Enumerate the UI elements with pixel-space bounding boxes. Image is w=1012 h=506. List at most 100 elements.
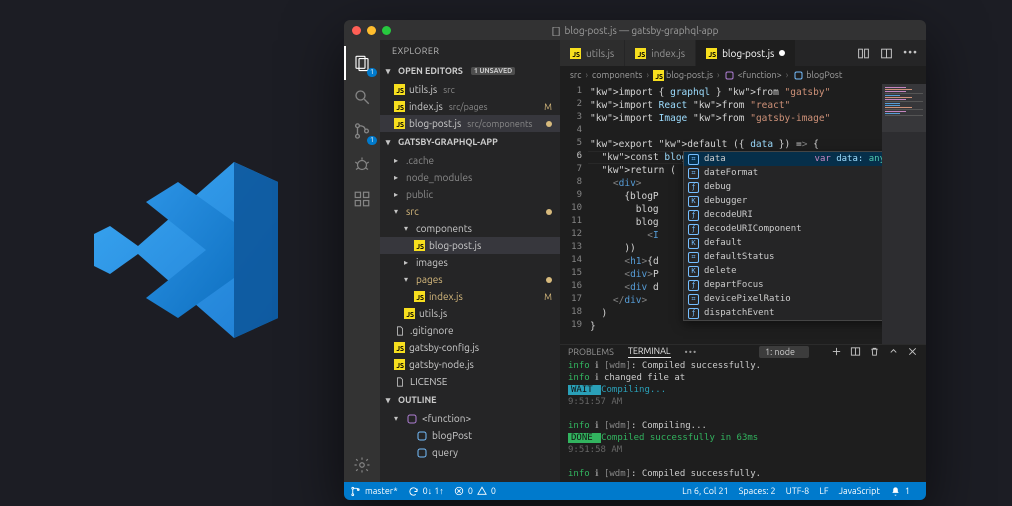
- activity-scm-icon[interactable]: 1: [344, 114, 380, 148]
- sync-icon: [408, 486, 419, 497]
- breadcrumbs[interactable]: src›components›JSblog-post.js›<function>…: [560, 66, 926, 84]
- status-sync[interactable]: 0↓ 1↑: [408, 486, 444, 497]
- file-item[interactable]: LICENSE: [380, 373, 560, 390]
- suggestion-item[interactable]: ⌗dateFormat: [684, 166, 908, 180]
- js-file-icon: JS: [394, 101, 405, 112]
- chevron-down-icon: ▾: [382, 395, 394, 406]
- status-spaces[interactable]: Spaces: 2: [739, 486, 776, 496]
- activity-search-icon[interactable]: [344, 80, 380, 114]
- open-editor-item[interactable]: JSutils.jssrc: [380, 81, 560, 98]
- folder-item[interactable]: ▸images: [380, 254, 560, 271]
- breadcrumb-item[interactable]: components: [592, 70, 642, 80]
- file-item[interactable]: JSutils.js: [380, 305, 560, 322]
- suggestion-item[interactable]: ƒdecodeURIComponent: [684, 222, 908, 236]
- intellisense-popup[interactable]: ⌗datavar data: anyi⌗dateFormatƒdebugKdeb…: [683, 151, 909, 321]
- line-gutter[interactable]: 12345678910111213141516171819: [560, 84, 588, 344]
- folder-item[interactable]: ▾components: [380, 220, 560, 237]
- file-item[interactable]: JSblog-post.js: [380, 237, 560, 254]
- outline-item[interactable]: blogPost: [380, 427, 560, 444]
- breadcrumb-item[interactable]: src: [570, 70, 582, 80]
- symbol-fn-icon: ƒ: [688, 308, 699, 319]
- file-item[interactable]: JSindex.jsM: [380, 288, 560, 305]
- file-item[interactable]: JSgatsby-config.js: [380, 339, 560, 356]
- maximize-panel-icon[interactable]: [888, 346, 899, 357]
- sidebar-header: EXPLORER: [380, 40, 560, 62]
- file-item[interactable]: .gitignore: [380, 322, 560, 339]
- titlebar[interactable]: blog-post.js — gatsby-graphql-app: [344, 20, 926, 40]
- folder-item[interactable]: ▸node_modules: [380, 169, 560, 186]
- open-editor-item[interactable]: JSindex.jssrc/pagesM: [380, 98, 560, 115]
- chevron-right-icon: ›: [646, 70, 649, 80]
- minimap[interactable]: [882, 84, 926, 344]
- error-icon: [454, 486, 464, 496]
- js-file-icon: JS: [706, 48, 717, 59]
- activity-extensions-icon[interactable]: [344, 182, 380, 216]
- unsaved-tag: 1 UNSAVED: [471, 67, 515, 75]
- activity-debug-icon[interactable]: [344, 148, 380, 182]
- terminal-select[interactable]: 1: node: [759, 346, 809, 358]
- outline-section[interactable]: ▾ OUTLINE: [380, 391, 560, 409]
- breadcrumb-item[interactable]: blogPost: [806, 70, 842, 80]
- suggestion-item[interactable]: ƒdepartFocus: [684, 278, 908, 292]
- panel-tab-terminal[interactable]: TERMINAL: [628, 346, 671, 358]
- file-icon: [552, 27, 561, 36]
- js-file-icon: JS: [635, 48, 646, 59]
- suggestion-item[interactable]: ⌗defaultStatus: [684, 250, 908, 264]
- outline-item[interactable]: query: [380, 444, 560, 461]
- project-section[interactable]: ▾ GATSBY-GRAPHQL-APP: [380, 133, 560, 151]
- terminal-output[interactable]: info ℹ [wdm]: Compiled successfully.info…: [560, 358, 926, 482]
- chevron-down-icon: ▾: [382, 137, 394, 148]
- suggestion-item[interactable]: ƒdispatchEvent: [684, 306, 908, 320]
- suggestion-item[interactable]: Kdelete: [684, 264, 908, 278]
- folder-item[interactable]: ▸public: [380, 186, 560, 203]
- suggestion-item[interactable]: ƒdecodeURI: [684, 208, 908, 222]
- status-feedback[interactable]: 1: [890, 486, 910, 497]
- status-errors[interactable]: 0 0: [454, 486, 496, 496]
- compare-icon[interactable]: [857, 47, 870, 60]
- more-icon[interactable]: •••: [685, 347, 698, 357]
- warning-icon: [477, 486, 487, 496]
- suggestion-item[interactable]: Kdebugger: [684, 194, 908, 208]
- js-file-icon: JS: [394, 118, 405, 129]
- activity-settings-icon[interactable]: [344, 448, 380, 482]
- new-terminal-icon[interactable]: [831, 346, 842, 357]
- panel-tab-problems[interactable]: PROBLEMS: [568, 347, 614, 357]
- file-icon: [394, 377, 406, 387]
- editor-tab[interactable]: JSindex.js: [625, 40, 696, 66]
- folder-item[interactable]: ▸.cache: [380, 152, 560, 169]
- suggestion-item[interactable]: ⌗datavar data: anyi: [684, 152, 908, 166]
- suggestion-item[interactable]: ⌗devicePixelRatio: [684, 292, 908, 306]
- status-lang[interactable]: JavaScript: [839, 486, 880, 496]
- status-cursor[interactable]: Ln 6, Col 21: [682, 486, 728, 496]
- symbol-fn-icon: ƒ: [688, 182, 699, 193]
- folder-item[interactable]: ▾pages: [380, 271, 560, 288]
- status-encoding[interactable]: UTF-8: [786, 486, 810, 496]
- folder-item[interactable]: ▾src: [380, 203, 560, 220]
- code-editor[interactable]: "kw">import { graphql } "kw">from "gatsb…: [588, 84, 882, 344]
- outline-item[interactable]: ▾<function>: [380, 410, 560, 427]
- suggestion-item[interactable]: ƒdebug: [684, 180, 908, 194]
- activity-explorer-icon[interactable]: 1: [344, 46, 380, 80]
- symbol-var-icon: [792, 71, 804, 80]
- open-editor-item[interactable]: JSblog-post.jssrc/components: [380, 115, 560, 132]
- js-file-icon: JS: [414, 240, 425, 251]
- breadcrumb-item[interactable]: <function>: [738, 70, 782, 80]
- file-item[interactable]: JSgatsby-node.js: [380, 356, 560, 373]
- editor-tab[interactable]: JSutils.js: [560, 40, 625, 66]
- split-editor-icon[interactable]: [880, 47, 893, 60]
- close-panel-icon[interactable]: [907, 346, 918, 357]
- status-branch[interactable]: master*: [350, 486, 398, 497]
- chevron-down-icon: ▾: [404, 224, 412, 233]
- suggestion-item[interactable]: Kdefault: [684, 236, 908, 250]
- open-editors-section[interactable]: ▾ OPEN EDITORS 1 UNSAVED: [380, 62, 560, 80]
- trash-icon[interactable]: [869, 346, 880, 357]
- editor-tab[interactable]: JSblog-post.js: [696, 40, 796, 66]
- split-terminal-icon[interactable]: [850, 346, 861, 357]
- breadcrumb-item[interactable]: blog-post.js: [666, 70, 713, 80]
- more-icon[interactable]: •••: [903, 47, 918, 59]
- status-eol[interactable]: LF: [819, 486, 828, 496]
- js-file-icon: JS: [394, 359, 405, 370]
- symbol-kw-icon: K: [688, 238, 699, 249]
- explorer-badge: 1: [367, 68, 377, 77]
- js-file-icon: JS: [414, 291, 425, 302]
